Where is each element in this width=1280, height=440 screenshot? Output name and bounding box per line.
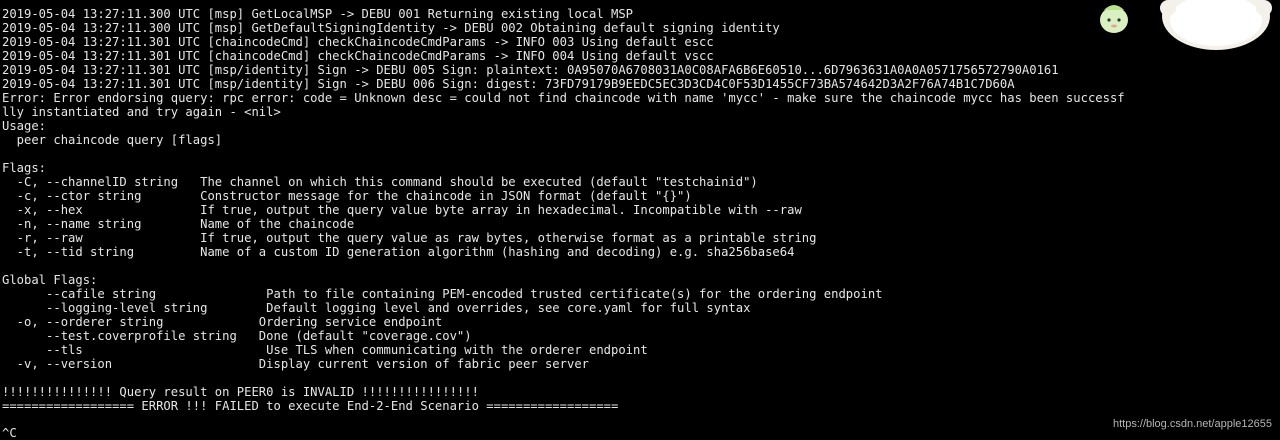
log-line: 2019-05-04 13:27:11.301 UTC [chaincodeCm… [2, 49, 714, 63]
log-line: 2019-05-04 13:27:11.300 UTC [msp] GetLoc… [2, 7, 634, 21]
log-line: 2019-05-04 13:27:11.300 UTC [msp] GetDef… [2, 21, 780, 35]
flag-line: -C, --channelID string The channel on wh… [2, 175, 758, 189]
flags-heading: Flags: [2, 161, 47, 175]
flag-line: -c, --ctor string Constructor message fo… [2, 189, 692, 203]
global-flags-heading: Global Flags: [2, 273, 98, 287]
global-flag-line: -v, --version Display current version of… [2, 357, 589, 371]
prompt-line: ^C [2, 426, 17, 440]
global-flag-line: -o, --orderer string Ordering service en… [2, 315, 443, 329]
terminal-window[interactable]: 2019-05-04 13:27:11.300 UTC [msp] GetLoc… [0, 0, 1280, 440]
flag-line: -r, --raw If true, output the query valu… [2, 231, 817, 245]
error-line: Error: Error endorsing query: rpc error:… [2, 91, 1125, 105]
failure-banner: ================== ERROR !!! FAILED to e… [2, 399, 619, 413]
flag-line: -n, --name string Name of the chaincode [2, 217, 355, 231]
global-flag-line: --cafile string Path to file containing … [2, 287, 883, 301]
global-flag-line: --logging-level string Default logging l… [2, 301, 751, 315]
log-line: 2019-05-04 13:27:11.301 UTC [chaincodeCm… [2, 35, 714, 49]
log-line: 2019-05-04 13:27:11.301 UTC [msp/identit… [2, 77, 1015, 91]
error-line: lly instantiated and try again - <nil> [2, 105, 281, 119]
terminal-output: 2019-05-04 13:27:11.300 UTC [msp] GetLoc… [2, 7, 1125, 413]
log-line: 2019-05-04 13:27:11.301 UTC [msp/identit… [2, 63, 1059, 77]
watermark-text: https://blog.csdn.net/apple12655 [1112, 418, 1272, 430]
query-result-line: !!!!!!!!!!!!!!! Query result on PEER0 is… [2, 385, 479, 399]
flag-line: -x, --hex If true, output the query valu… [2, 203, 802, 217]
cartoon-sticker-icon [1100, 0, 1272, 50]
flag-line: -t, --tid string Name of a custom ID gen… [2, 245, 795, 259]
global-flag-line: --tls Use TLS when communicating with th… [2, 343, 648, 357]
sticker-decoration [1090, 0, 1280, 52]
usage-line: peer chaincode query [flags] [2, 133, 223, 147]
global-flag-line: --test.coverprofile string Done (default… [2, 329, 472, 343]
usage-heading: Usage: [2, 119, 47, 133]
